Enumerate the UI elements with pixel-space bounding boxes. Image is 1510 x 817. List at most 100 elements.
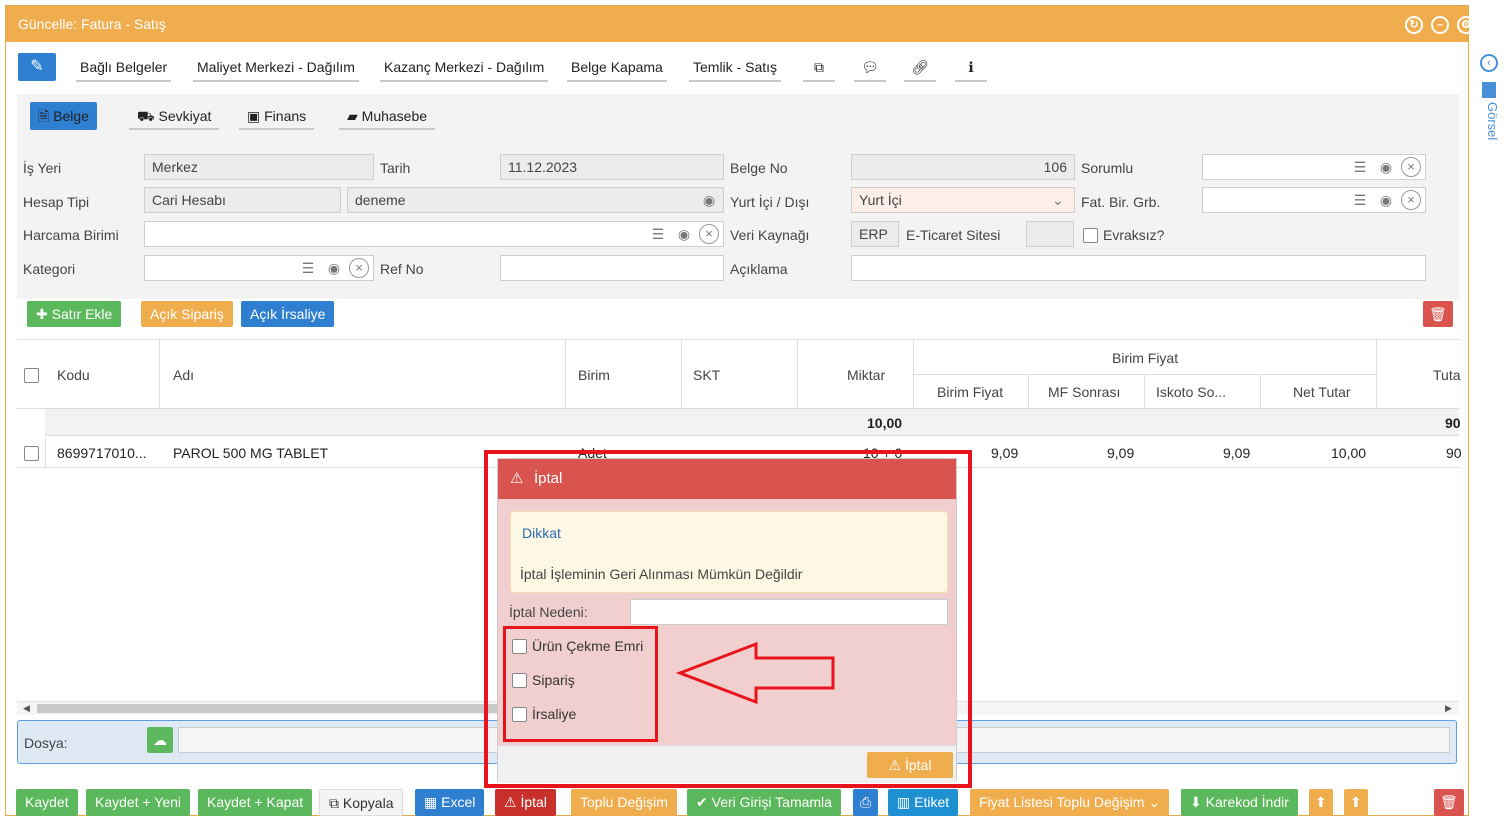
excel-button[interactable]: ▦ Excel	[415, 789, 485, 816]
header-kodu[interactable]: Kodu	[57, 367, 90, 383]
list-icon[interactable]: ☰	[1349, 190, 1371, 210]
upload-cloud-icon[interactable]: ☁	[147, 727, 173, 753]
hesap-tipi-field[interactable]: Cari Hesabı	[144, 187, 341, 213]
data-entry-complete-button[interactable]: ✔ Veri Girişi Tamamla	[687, 789, 841, 816]
refresh-icon[interactable]: ↻	[1405, 16, 1423, 34]
header-tutar[interactable]: Tuta	[1433, 367, 1461, 383]
upload-icon[interactable]: ⬆	[1344, 789, 1368, 816]
comment-icon[interactable]: 💬︎	[854, 56, 886, 82]
toolbar-cost-center[interactable]: Maliyet Merkezi - Dağılım	[193, 56, 359, 82]
collapse-icon[interactable]: ‹	[1480, 54, 1498, 72]
print-icon[interactable]: ⎙	[853, 789, 879, 816]
clear-icon[interactable]: ×	[349, 258, 369, 278]
list-icon[interactable]: ☰	[297, 258, 319, 278]
toolbar-linked-docs[interactable]: Bağlı Belgeler	[76, 56, 172, 82]
tarih-label: Tarih	[380, 160, 411, 176]
tab-belge[interactable]: 🗎︎ Belge	[30, 102, 97, 130]
tarih-field[interactable]: 11.12.2023	[500, 154, 724, 180]
save-close-button[interactable]: Kaydet + Kapat	[198, 789, 313, 816]
header-mf-sonrasi[interactable]: MF Sonrası	[1048, 384, 1120, 400]
header-net-tutar[interactable]: Net Tutar	[1293, 384, 1351, 400]
link-icon[interactable]: 🔗︎	[904, 56, 936, 82]
save-button[interactable]: Kaydet	[16, 789, 78, 816]
download-icon: ⬇	[1190, 794, 1206, 810]
warning-icon: ⚠	[504, 794, 521, 810]
toolbar-doc-close[interactable]: Belge Kapama	[567, 56, 667, 82]
toolbar-assignment[interactable]: Temlik - Satış	[689, 56, 782, 82]
veri-kaynagi-field[interactable]: ERP	[851, 221, 899, 247]
label-button[interactable]: ▥ Etiket	[888, 789, 959, 816]
header-adi[interactable]: Adı	[173, 367, 194, 383]
clear-icon[interactable]: ×	[699, 224, 719, 244]
toolbar-profit-center[interactable]: Kazanç Merkezi - Dağılım	[380, 56, 549, 82]
header-miktar[interactable]: Miktar	[847, 367, 885, 383]
open-order-button[interactable]: Açık Sipariş	[141, 301, 233, 327]
header-iskoto[interactable]: Iskoto So...	[1156, 384, 1226, 400]
upload-icon[interactable]: ⬆	[1309, 789, 1333, 816]
minimize-icon[interactable]: –	[1431, 16, 1449, 34]
fat-bir-grb-field[interactable]: ☰ ◉ ×	[1202, 187, 1426, 213]
eye-icon[interactable]: ◉	[1375, 190, 1397, 210]
copy-icon[interactable]: ⧉	[803, 56, 835, 82]
cancel-button[interactable]: ⚠ İptal	[495, 789, 556, 816]
veri-kaynagi-label: Veri Kaynağı	[730, 227, 810, 243]
cell-mf-sonrasi: 9,09	[1107, 445, 1135, 461]
eye-icon[interactable]: ◉	[673, 224, 695, 244]
clear-icon[interactable]: ×	[1401, 157, 1421, 177]
open-waybill-button[interactable]: Açık İrsaliye	[241, 301, 335, 327]
add-row-button[interactable]: ✚ Satır Ekle	[27, 301, 122, 327]
header-birim-fiyat[interactable]: Birim Fiyat	[937, 384, 1003, 400]
annotation-options-highlight	[503, 626, 658, 742]
aciklama-field[interactable]	[851, 255, 1426, 281]
eye-icon[interactable]: ◉	[1375, 157, 1397, 177]
info-icon[interactable]: ℹ	[955, 56, 987, 82]
hesap-field[interactable]: deneme ◉	[347, 187, 724, 213]
edit-icon[interactable]: ✎	[18, 53, 56, 81]
sorumlu-field[interactable]: ☰ ◉ ×	[1202, 154, 1426, 180]
save-new-button[interactable]: Kaydet + Yeni	[86, 789, 191, 816]
scroll-right-icon[interactable]: ▶	[1445, 703, 1452, 714]
ref-no-label: Ref No	[380, 261, 424, 277]
evraksiz-checkbox[interactable]	[1083, 228, 1098, 243]
eticaret-label: E-Ticaret Sitesi	[906, 227, 1001, 243]
row-checkbox[interactable]	[24, 446, 39, 461]
list-icon[interactable]: ☰	[647, 224, 669, 244]
plus-icon: ✚	[36, 306, 52, 322]
delete-icon[interactable]: 🗑︎	[1434, 789, 1464, 816]
cell-kodu: 8699717010...	[57, 445, 147, 461]
select-all-checkbox[interactable]	[24, 368, 39, 383]
check-icon: ✔	[696, 794, 712, 810]
price-list-bulk-change-button[interactable]: Fiyat Listesi Toplu Değişim ⌄	[970, 789, 1170, 816]
copy-icon: ⧉	[329, 795, 343, 811]
is-yeri-field[interactable]: Merkez	[144, 154, 374, 180]
belge-no-field[interactable]: 106	[851, 154, 1075, 180]
header-birim-fiyat-group: Birim Fiyat	[1112, 350, 1179, 366]
tab-finans[interactable]: ▣ Finans	[239, 102, 315, 130]
scrollbar-thumb[interactable]	[37, 704, 497, 713]
side-panel-label[interactable]: Görsel	[1485, 102, 1500, 140]
header-skt[interactable]: SKT	[693, 367, 720, 383]
clear-icon[interactable]: ×	[1401, 190, 1421, 210]
tab-muhasebe[interactable]: ▰ Muhasebe	[339, 102, 436, 130]
eye-icon[interactable]: ◉	[698, 190, 720, 210]
bulk-change-button[interactable]: Toplu Değişim	[571, 789, 677, 816]
eticaret-field[interactable]	[1026, 221, 1074, 247]
summary-miktar: 10,00	[867, 415, 903, 431]
list-icon[interactable]: ☰	[1349, 157, 1371, 177]
settings-icon[interactable]: ⚙	[1457, 16, 1475, 34]
scroll-left-icon[interactable]: ◀	[23, 703, 30, 714]
kategori-field[interactable]: ☰ ◉ ×	[144, 255, 374, 281]
eye-icon[interactable]: ◉	[323, 258, 345, 278]
cell-adi: PAROL 500 MG TABLET	[173, 445, 329, 461]
yurt-select[interactable]: Yurt İçi ⌄	[851, 187, 1075, 213]
copy-button[interactable]: ⧉ Kopyala	[319, 789, 404, 816]
chevron-down-icon: ⌄	[1148, 794, 1161, 810]
qr-download-button[interactable]: ⬇ Karekod İndir	[1181, 789, 1298, 816]
harcama-field[interactable]: ☰ ◉ ×	[144, 221, 724, 247]
delete-icon[interactable]: 🗑︎	[1423, 301, 1453, 327]
tab-sevkiyat[interactable]: ⛟ Sevkiyat	[129, 102, 220, 130]
sorumlu-label: Sorumlu	[1081, 160, 1134, 176]
ref-no-field[interactable]	[500, 255, 724, 281]
image-icon[interactable]	[1482, 82, 1496, 98]
header-birim[interactable]: Birim	[578, 367, 610, 383]
